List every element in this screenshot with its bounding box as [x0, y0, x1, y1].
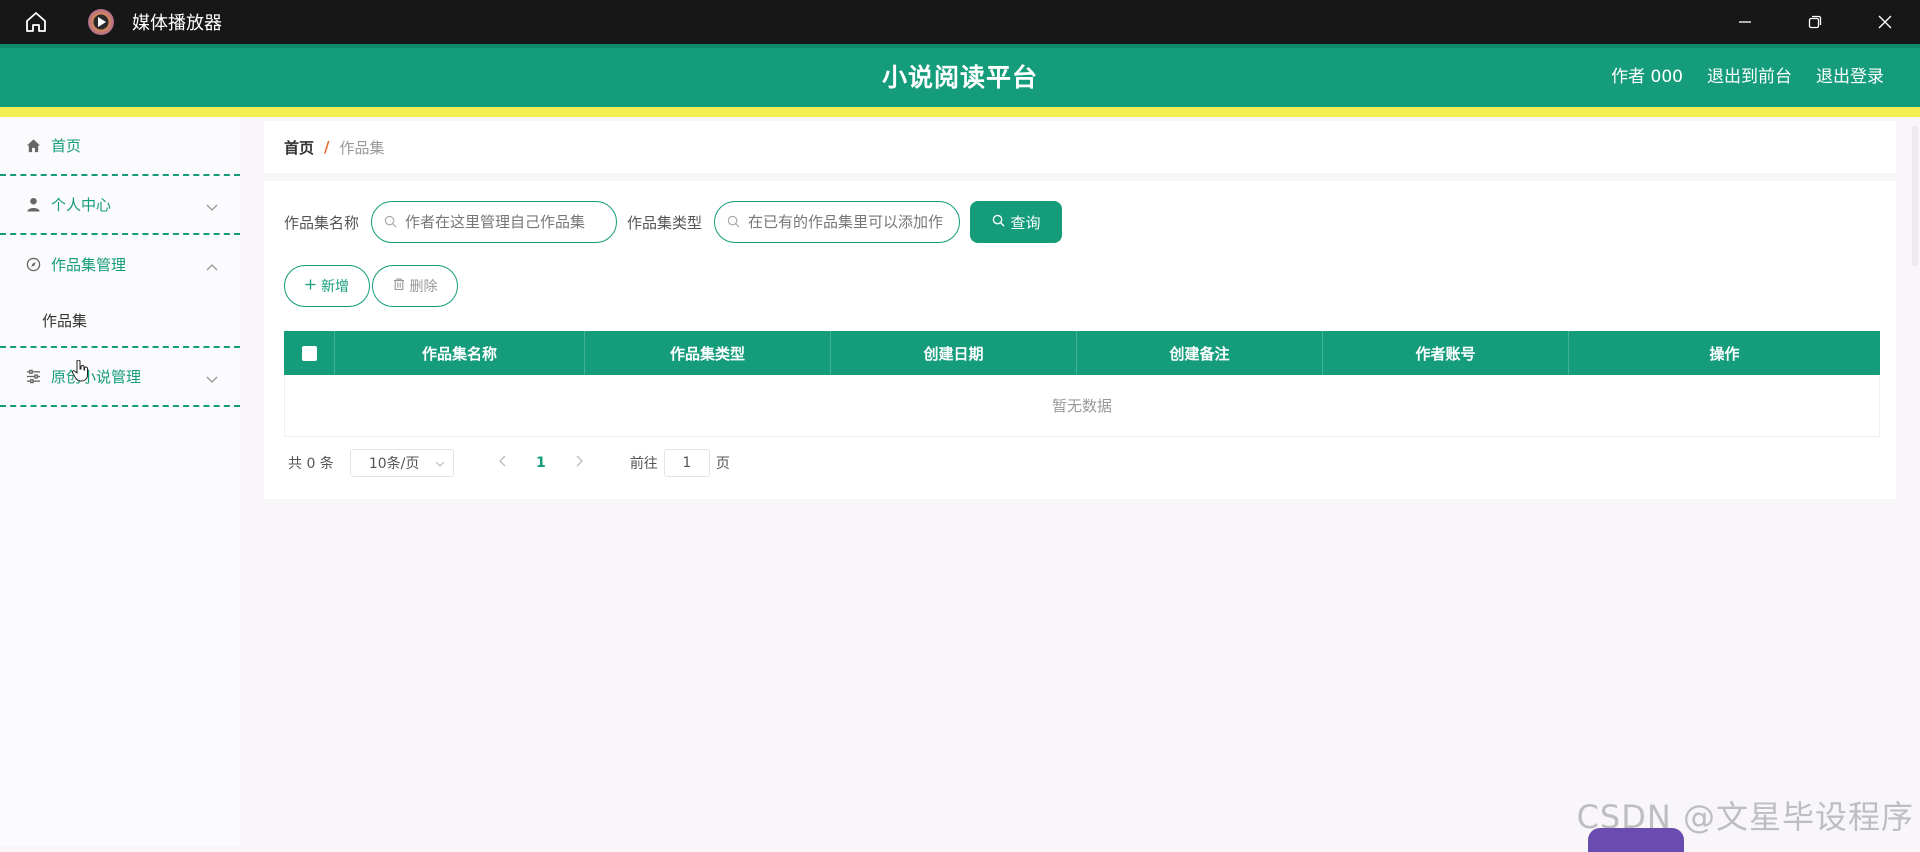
prev-page-icon[interactable]	[490, 455, 514, 471]
search-icon	[992, 213, 1005, 231]
home-icon	[24, 138, 42, 153]
sidebar-item-personal-center[interactable]: 个人中心	[0, 176, 240, 235]
compass-icon	[24, 257, 42, 272]
column-header-collection-type[interactable]: 作品集类型	[585, 331, 831, 375]
delete-button-label: 删除	[410, 276, 438, 296]
minimize-icon[interactable]	[1710, 0, 1780, 44]
action-toolbar: 新增 删除	[284, 265, 458, 307]
column-header-author-account[interactable]: 作者账号	[1323, 331, 1569, 375]
chevron-down-icon	[206, 370, 218, 388]
breadcrumb: 首页 / 作品集	[264, 121, 1896, 173]
header-accent-strip	[0, 107, 1920, 117]
page-size-select[interactable]: 10条/页	[350, 449, 454, 477]
search-icon	[727, 213, 740, 232]
collection-name-field[interactable]	[371, 201, 617, 243]
collection-name-input[interactable]	[405, 213, 601, 231]
sidebar-item-label: 个人中心	[51, 194, 111, 215]
window-controls	[1710, 0, 1920, 44]
floating-widget[interactable]	[1588, 828, 1684, 852]
goto-label: 前往	[630, 453, 658, 473]
next-page-icon[interactable]	[568, 455, 592, 471]
pagination-total: 共 0 条	[288, 453, 334, 473]
restore-icon[interactable]	[1780, 0, 1850, 44]
add-button-label: 新增	[321, 276, 349, 296]
column-header-operation: 操作	[1569, 331, 1880, 375]
breadcrumb-home[interactable]: 首页	[284, 137, 314, 158]
close-icon[interactable]	[1850, 0, 1920, 44]
column-header-created-date[interactable]: 创建日期	[831, 331, 1077, 375]
media-player-titlebar: 媒体播放器	[0, 0, 1920, 44]
sidebar-item-home[interactable]: 首页	[0, 117, 240, 176]
media-player-logo-icon	[88, 9, 114, 35]
page-size-value: 10条/页	[369, 453, 420, 473]
plus-icon	[305, 278, 316, 294]
query-button[interactable]: 查询	[970, 201, 1062, 243]
sidebar-item-label: 作品集	[42, 310, 87, 331]
breadcrumb-separator: /	[324, 138, 329, 156]
page-number[interactable]: 1	[526, 455, 556, 471]
collection-table: 作品集名称 作品集类型 创建日期 创建备注 作者账号 操作 暂无数据	[284, 331, 1880, 437]
sidebar-subitem-collection[interactable]: 作品集	[0, 294, 240, 348]
main-content: 首页 / 作品集 作品集名称 作品集类型	[264, 117, 1896, 846]
sidebar-item-original-novel-management[interactable]: 原创小说管理	[0, 348, 240, 407]
logout-link[interactable]: 退出登录	[1816, 62, 1884, 87]
breadcrumb-current: 作品集	[340, 137, 385, 158]
exit-to-front-link[interactable]: 退出到前台	[1707, 62, 1792, 87]
window-title: 媒体播放器	[132, 9, 222, 35]
collection-type-input[interactable]	[748, 213, 944, 231]
search-icon	[384, 213, 397, 232]
content-card: 作品集名称 作品集类型 查询	[264, 181, 1896, 499]
column-header-created-note[interactable]: 创建备注	[1077, 331, 1323, 375]
select-all-checkbox[interactable]	[302, 346, 317, 361]
sidebar: 首页 个人中心 作品集管理 作品集 原创小说管理	[0, 117, 240, 846]
add-button[interactable]: 新增	[284, 265, 370, 307]
trash-icon	[393, 278, 405, 294]
current-user-link[interactable]: 作者 000	[1611, 62, 1683, 87]
page-scrollbar[interactable]	[1912, 126, 1918, 266]
sidebar-item-label: 作品集管理	[51, 254, 126, 275]
collection-type-field[interactable]	[714, 201, 960, 243]
chevron-down-icon	[206, 198, 218, 216]
table-empty-state: 暂无数据	[284, 375, 1880, 437]
goto-page-input[interactable]	[664, 449, 710, 477]
pagination: 共 0 条 10条/页 1 前往 页	[288, 449, 730, 477]
user-icon	[24, 197, 42, 212]
delete-button[interactable]: 删除	[372, 265, 458, 307]
search-bar: 作品集名称 作品集类型 查询	[284, 201, 1062, 243]
home-icon[interactable]	[0, 0, 72, 44]
query-button-label: 查询	[1011, 212, 1041, 233]
page-suffix: 页	[716, 453, 730, 473]
collection-name-label: 作品集名称	[284, 212, 359, 233]
chevron-down-icon	[435, 456, 445, 472]
sidebar-item-label: 首页	[51, 135, 81, 156]
chevron-up-icon	[206, 257, 218, 275]
table-header: 作品集名称 作品集类型 创建日期 创建备注 作者账号 操作	[284, 331, 1880, 375]
sidebar-item-label: 原创小说管理	[51, 366, 141, 387]
sliders-icon	[24, 369, 42, 384]
collection-type-label: 作品集类型	[627, 212, 702, 233]
column-header-collection-name[interactable]: 作品集名称	[335, 331, 585, 375]
sidebar-item-collection-management[interactable]: 作品集管理	[0, 235, 240, 294]
hand-cursor-icon	[72, 360, 88, 386]
app-header: 小说阅读平台 作者 000 退出到前台 退出登录	[0, 44, 1920, 107]
header-links: 作者 000 退出到前台 退出登录	[1611, 62, 1884, 87]
select-all-cell	[284, 331, 335, 375]
